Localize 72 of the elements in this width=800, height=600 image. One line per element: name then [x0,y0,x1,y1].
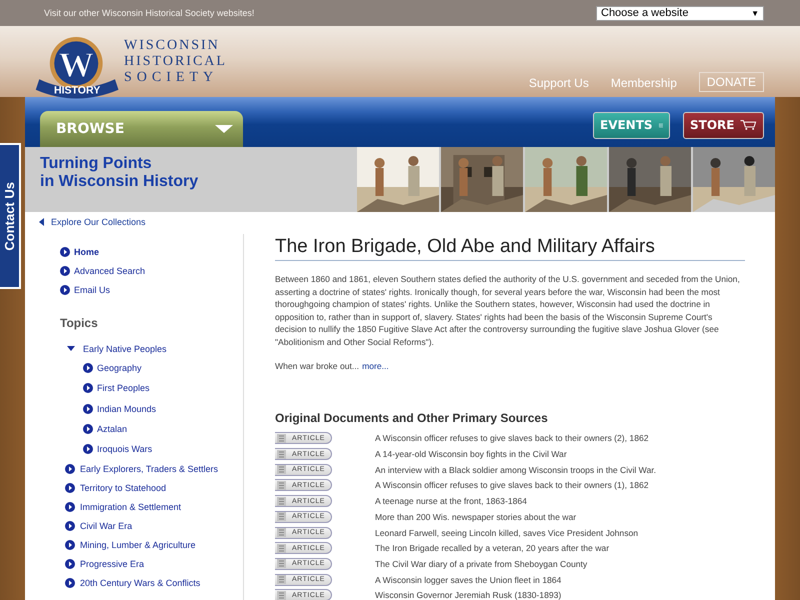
sidebar-item[interactable]: Advanced Search [60,261,243,280]
banner-title: Turning Points [40,155,153,173]
website-select[interactable]: Choose a website ▼ [596,6,764,20]
document-icon [277,512,286,522]
article-title: The Iron Brigade, Old Abe and Military Affairs [275,236,745,261]
document-icon [277,450,286,459]
document-icon [277,544,286,553]
source-link[interactable]: Leonard Farwell, seeing Lincoln killed, saves Vice President Johnson [375,528,638,538]
topic-item[interactable]: Immigration & Settlement [65,497,243,516]
document-icon [277,590,286,600]
source-link[interactable]: A teenage nurse at the front, 1863-1864 [375,496,527,506]
topic-item[interactable]: Civil War Era [65,516,243,536]
logo-text: HISTORICAL [124,54,227,70]
topic-item[interactable]: Progressive Era [65,554,243,574]
down-caret-icon [67,346,75,352]
document-icon [277,496,286,506]
play-icon [65,558,75,569]
document-icon [277,575,286,584]
topic-item[interactable]: Early Explorers, Traders & Settlers [65,459,243,478]
top-message: Visit our other Wisconsin Historical Society websites! [44,8,254,18]
document-icon [277,480,286,490]
subtopic-item[interactable]: Aztalan [83,418,243,440]
source-link[interactable]: The Civil War diary of a private from Sheboygan County [375,558,588,569]
play-icon [65,578,75,588]
source-link[interactable]: A Wisconsin logger saves the Union fleet in 1864 [375,574,562,585]
left-arrow-icon [39,218,44,226]
back-link[interactable]: Explore Our Collections [39,217,775,227]
sidebar-item[interactable]: Email Us [60,280,243,299]
play-icon [65,482,75,493]
play-icon [60,266,70,276]
topic-item[interactable]: Mining, Lumber & Agriculture [65,535,243,554]
play-icon [83,424,93,434]
logo-text: WISCONSIN [124,38,221,54]
document-icon [277,528,286,538]
subtopic-item[interactable]: Geography [83,358,243,378]
logo-text: SOCIETY [124,70,220,86]
topic-item[interactable]: Territory to Statehood [65,478,243,498]
source-link[interactable]: The Iron Brigade recalled by a veteran, 20 years after the war [375,543,610,554]
teaser-text: When war broke out... [275,360,360,371]
play-icon [65,520,75,531]
play-icon [65,540,75,550]
article-paragraph: Between 1860 and 1861, eleven Southern states defied the authority of the U.S. government and seceded from the Union, asserting a doctrine of states' rights. Ironically though, for several years before the war, Wisconsin had been the most thoroughgoing champion of states' rights. Unlike the Southern states, however, Wisconsin had used the doctrine in opposition to, rather than in support of, slavery. States' rights had been the basis of the Wisconsin Supreme Court's decision to nullify the 1850 Fugitive Slave Act after the controversy surrounding the fugitive slave Joshua Glover (see "Abolitionism and Other Social Reforms"). [275,273,741,349]
source-link[interactable]: A Wisconsin officer refuses to give slaves back to their owners (2), 1862 [375,433,649,444]
store-button[interactable]: STORE [683,112,764,138]
source-link[interactable]: Wisconsin Governor Jeremiah Rusk (1830-1893) [375,590,562,600]
document-icon [277,559,286,568]
source-link[interactable]: A 14-year-old Wisconsin boy fights in the Civil War [375,449,567,460]
sidebar-item[interactable]: Home [60,242,243,261]
subtopic-item[interactable]: First Peoples [83,378,243,399]
more-link[interactable]: more... [362,360,389,371]
document-icon [277,465,286,474]
source-link[interactable]: An interview with a Black soldier among Wisconsin troops in the Civil War. [375,464,656,475]
play-icon [60,246,70,256]
source-link[interactable]: More than 200 Wis. newspaper stories about the war [375,512,576,522]
play-icon [60,284,70,294]
document-icon [277,434,286,443]
play-icon [83,404,93,414]
topic-item[interactable]: 20th Century Wars & Conflicts [65,573,243,592]
subtopic-item[interactable]: Iroquois Wars [83,439,243,460]
play-icon [83,363,93,374]
subtopic-item[interactable]: Indian Mounds [83,398,243,419]
caret-icon [215,125,233,133]
play-icon [83,444,93,454]
source-link[interactable]: A Wisconsin officer refuses to give slaves back to their owners (1), 1862 [375,480,649,490]
play-icon [65,502,75,512]
topic-item[interactable]: Early Native Peoples [65,339,243,358]
banner-title: in Wisconsin History [40,173,198,191]
contact-tab[interactable]: Contact Us [0,143,21,289]
play-icon [65,464,75,474]
topics-heading: Topics [60,316,99,330]
play-icon [83,383,93,394]
sources-heading: Original Documents and Other Primary Sources [275,410,549,425]
